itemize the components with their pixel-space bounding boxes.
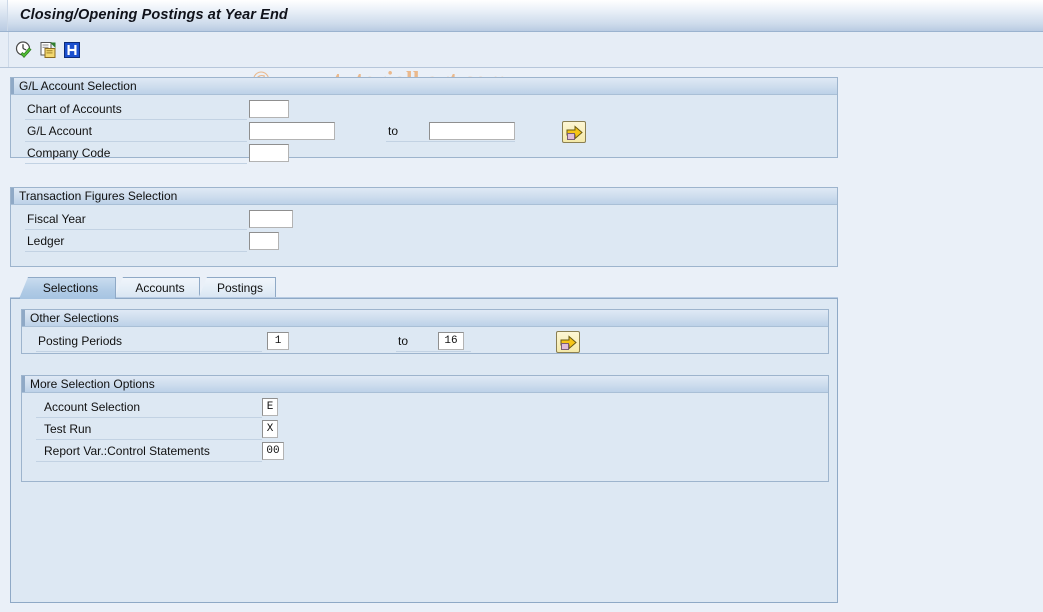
gl-account-selection-header: G/L Account Selection xyxy=(11,78,837,95)
input-test-run[interactable]: X xyxy=(262,420,278,438)
field-underline xyxy=(36,417,262,418)
label-test-run: Test Run xyxy=(44,422,92,436)
field-underline xyxy=(36,351,262,352)
header-accent-bar xyxy=(22,310,25,326)
multi-select-arrow-icon xyxy=(566,125,583,140)
input-posting-period-to[interactable]: 16 xyxy=(438,332,464,350)
input-ledger[interactable] xyxy=(249,232,279,250)
tab-accounts-label: Accounts xyxy=(135,281,185,295)
input-report-var-control-statements[interactable]: 00 xyxy=(262,442,284,460)
input-gl-account-from[interactable] xyxy=(249,122,335,140)
multiple-selection-button-gl-account[interactable] xyxy=(562,121,586,143)
tab-strip: Selections Accounts Postings xyxy=(10,277,838,299)
field-underline xyxy=(25,141,247,142)
tab-selections-label: Selections xyxy=(42,281,99,295)
field-row-account-selection: Account Selection E xyxy=(22,397,830,419)
input-gl-account-to[interactable] xyxy=(429,122,515,140)
label-chart-of-accounts: Chart of Accounts xyxy=(27,102,122,116)
multiple-selection-button-posting-periods[interactable] xyxy=(556,331,580,353)
application-toolbar: © www.tutorialkart.com xyxy=(0,32,1043,94)
more-selection-options-group: More Selection Options Account Selection… xyxy=(21,375,829,482)
header-accent-bar xyxy=(22,376,25,392)
transaction-figures-selection-group: Transaction Figures Selection Fiscal Yea… xyxy=(10,187,838,267)
field-underline xyxy=(25,229,247,230)
gl-account-selection-group: G/L Account Selection Chart of Accounts … xyxy=(10,77,839,164)
header-accent-bar xyxy=(11,78,14,94)
field-underline xyxy=(25,163,247,164)
input-fiscal-year[interactable] xyxy=(249,210,293,228)
multi-select-arrow-icon xyxy=(560,335,577,350)
window-title-bar: Closing/Opening Postings at Year End xyxy=(0,0,1043,32)
field-row-chart-of-accounts: Chart of Accounts xyxy=(11,99,839,121)
toolbar-left-edge xyxy=(0,32,9,67)
to-underline xyxy=(396,351,471,352)
field-underline xyxy=(25,119,247,120)
more-selection-options-header-label: More Selection Options xyxy=(30,377,155,391)
input-account-selection[interactable]: E xyxy=(262,398,278,416)
transaction-figures-selection-header-label: Transaction Figures Selection xyxy=(19,189,178,203)
tab-postings[interactable]: Postings xyxy=(198,277,276,299)
field-underline xyxy=(36,439,262,440)
field-row-posting-periods: Posting Periods 1 to 16 xyxy=(22,331,830,353)
field-row-fiscal-year: Fiscal Year xyxy=(11,209,839,231)
input-company-code[interactable] xyxy=(249,144,289,162)
label-account-selection: Account Selection xyxy=(44,400,141,414)
field-underline xyxy=(36,461,262,462)
tab-content-panel: Other Selections Posting Periods 1 to 16 xyxy=(10,298,838,603)
field-row-gl-account: G/L Account to xyxy=(11,121,839,143)
input-chart-of-accounts[interactable] xyxy=(249,100,289,118)
tab-postings-label: Postings xyxy=(216,281,264,295)
page-title: Closing/Opening Postings at Year End xyxy=(20,7,288,23)
label-gl-account: G/L Account xyxy=(27,124,92,138)
more-selection-options-header: More Selection Options xyxy=(22,376,828,393)
other-selections-header: Other Selections xyxy=(22,310,828,327)
label-posting-periods: Posting Periods xyxy=(38,334,123,348)
transaction-figures-selection-header: Transaction Figures Selection xyxy=(11,188,837,205)
label-to-gl-account: to xyxy=(388,124,399,138)
info-icon[interactable] xyxy=(62,40,82,60)
field-row-report-var-control-statements: Report Var.:Control Statements 00 xyxy=(22,441,830,463)
title-bar-left-edge xyxy=(0,0,8,31)
label-fiscal-year: Fiscal Year xyxy=(27,212,86,226)
field-row-ledger: Ledger xyxy=(11,231,839,253)
field-row-test-run: Test Run X xyxy=(22,419,830,441)
gl-account-selection-header-label: G/L Account Selection xyxy=(19,79,137,93)
to-underline xyxy=(386,141,515,142)
other-selections-group: Other Selections Posting Periods 1 to 16 xyxy=(21,309,829,354)
label-ledger: Ledger xyxy=(27,234,65,248)
label-company-code: Company Code xyxy=(27,146,111,160)
input-posting-period-from[interactable]: 1 xyxy=(267,332,289,350)
label-to-posting-periods: to xyxy=(398,334,409,348)
copy-variant-icon[interactable] xyxy=(39,40,59,60)
tab-selections[interactable]: Selections xyxy=(19,277,116,299)
tab-accounts[interactable]: Accounts xyxy=(114,277,200,299)
header-accent-bar xyxy=(11,188,14,204)
label-report-var-control-statements: Report Var.:Control Statements xyxy=(44,444,210,458)
other-selections-header-label: Other Selections xyxy=(30,311,119,325)
field-row-company-code: Company Code xyxy=(11,143,839,165)
field-underline xyxy=(25,251,247,252)
execute-icon[interactable] xyxy=(14,40,34,60)
